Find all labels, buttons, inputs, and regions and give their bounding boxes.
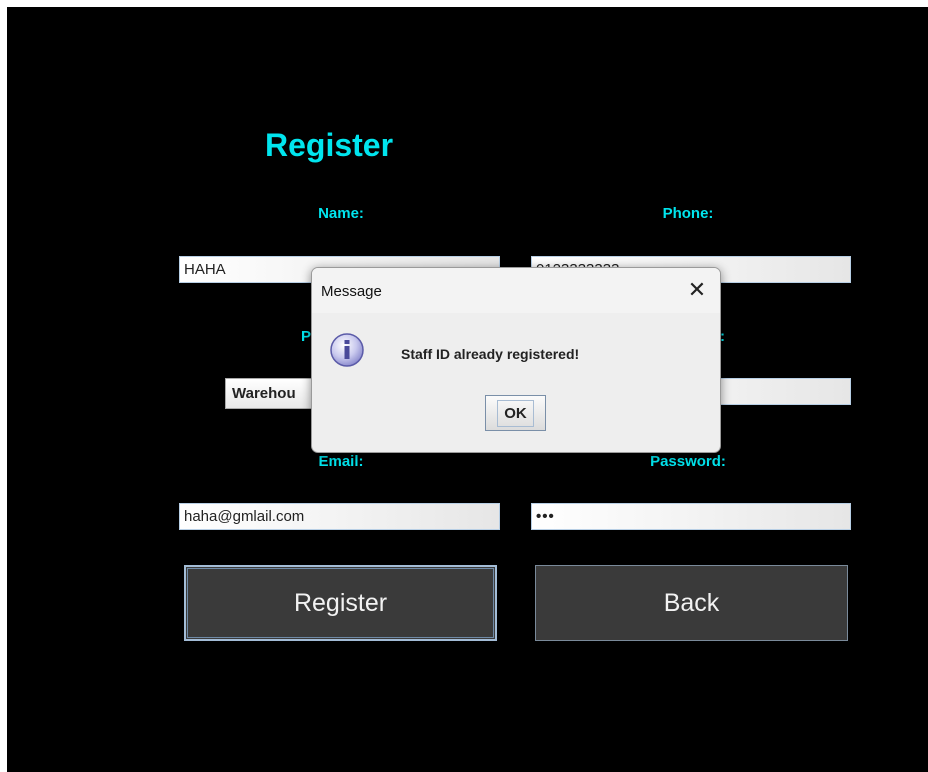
- page-title: Register: [265, 127, 394, 163]
- register-button[interactable]: Register: [184, 565, 497, 641]
- email-label: Email:: [318, 453, 364, 470]
- staff-id-label: :: [720, 328, 725, 345]
- info-icon: [329, 332, 365, 368]
- ok-button[interactable]: OK: [485, 395, 546, 431]
- dialog-title: Message: [321, 283, 382, 300]
- name-label: Name:: [318, 205, 364, 222]
- phone-label: Phone:: [662, 205, 714, 222]
- back-button[interactable]: Back: [535, 565, 848, 641]
- dialog-message: Staff ID already registered!: [401, 346, 580, 362]
- close-icon[interactable]: ✕: [682, 276, 712, 306]
- message-dialog: Message ✕ Staff ID already registered! O…: [311, 267, 721, 453]
- dialog-titlebar[interactable]: Message ✕: [312, 268, 720, 313]
- password-label: Password:: [650, 453, 726, 470]
- password-field[interactable]: •••: [531, 503, 851, 530]
- ok-button-label: OK: [497, 399, 534, 427]
- email-field[interactable]: haha@gmlail.com: [179, 503, 500, 530]
